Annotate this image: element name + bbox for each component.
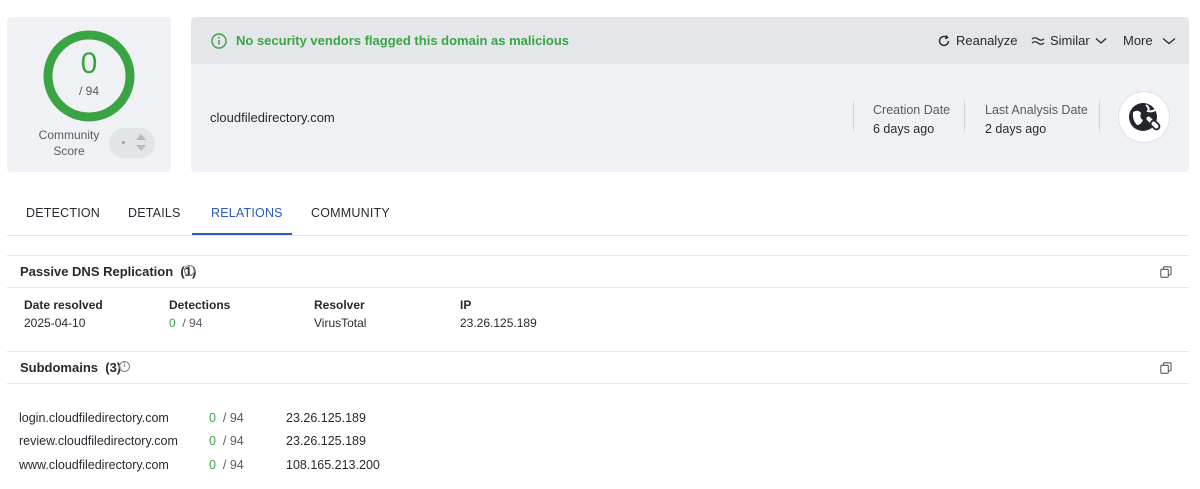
domain-type-badge bbox=[1118, 91, 1170, 143]
check-circle-icon bbox=[211, 33, 227, 49]
domain-name: cloudfiledirectory.com bbox=[210, 110, 335, 125]
info-icon[interactable] bbox=[184, 264, 195, 276]
last-analysis-date: Last Analysis Date 2 days ago bbox=[985, 101, 1088, 139]
tab-bar: DETECTION DETAILS RELATIONS COMMUNITY bbox=[7, 196, 1189, 236]
column-header-resolver: Resolver bbox=[314, 298, 365, 312]
similar-label: Similar bbox=[1050, 33, 1090, 48]
creation-date: Creation Date 6 days ago bbox=[873, 101, 950, 139]
last-analysis-label: Last Analysis Date bbox=[985, 103, 1088, 117]
column-header-date: Date resolved bbox=[24, 298, 103, 312]
more-dropdown[interactable]: More bbox=[1123, 33, 1176, 48]
detections-cell: 0 / 94 bbox=[209, 458, 244, 472]
verdict-message: No security vendors flagged this domain … bbox=[236, 33, 570, 48]
creation-date-value: 6 days ago bbox=[873, 122, 935, 136]
globe-link-icon bbox=[1129, 103, 1161, 131]
copy-icon[interactable] bbox=[1160, 362, 1172, 374]
column-header-ip: IP bbox=[460, 298, 472, 312]
similar-dropdown[interactable]: Similar bbox=[1031, 33, 1107, 48]
subdomains-header: Subdomains (3) bbox=[7, 351, 1189, 384]
resolver-cell: VirusTotal bbox=[314, 316, 367, 330]
last-analysis-value: 2 days ago bbox=[985, 122, 1047, 136]
community-vote-control[interactable] bbox=[109, 128, 155, 158]
detection-total: / 94 bbox=[78, 84, 99, 98]
similar-icon bbox=[1031, 36, 1045, 45]
meta-divider bbox=[853, 101, 854, 131]
subdomain-link[interactable]: login.cloudfiledirectory.com bbox=[19, 411, 169, 425]
column-header-detections: Detections bbox=[169, 298, 231, 312]
ip-link[interactable]: 23.26.125.189 bbox=[460, 316, 537, 330]
downvote-icon[interactable] bbox=[136, 145, 146, 151]
reanalyze-button[interactable]: Reanalyze bbox=[937, 33, 1017, 48]
verdict-banner: No security vendors flagged this domain … bbox=[191, 17, 1189, 64]
upvote-icon[interactable] bbox=[136, 134, 146, 140]
passive-dns-header: Passive DNS Replication (1) bbox=[7, 255, 1189, 288]
tab-detection[interactable]: DETECTION bbox=[26, 206, 100, 220]
community-score-label: Community Score bbox=[38, 128, 100, 158]
ip-link[interactable]: 23.26.125.189 bbox=[286, 411, 366, 425]
section-title: Subdomains (3) bbox=[20, 360, 122, 375]
refresh-icon bbox=[938, 34, 950, 46]
reanalyze-label: Reanalyze bbox=[956, 33, 1018, 48]
creation-date-label: Creation Date bbox=[873, 103, 951, 117]
tab-relations[interactable]: RELATIONS bbox=[211, 206, 283, 220]
active-tab-indicator bbox=[192, 233, 292, 235]
tab-details[interactable]: DETAILS bbox=[128, 206, 181, 220]
chevron-down-icon bbox=[1095, 37, 1107, 44]
ip-link[interactable]: 23.26.125.189 bbox=[286, 434, 366, 448]
tab-community[interactable]: COMMUNITY bbox=[311, 206, 390, 220]
subdomain-link[interactable]: www.cloudfiledirectory.com bbox=[19, 458, 169, 472]
meta-divider bbox=[964, 101, 965, 131]
score-card: 0 / 94 Community Score bbox=[7, 17, 171, 172]
detections-cell: 0 / 94 bbox=[209, 411, 244, 425]
date-resolved: 2025-04-10 bbox=[24, 316, 86, 330]
detections-cell: 0 / 94 bbox=[209, 434, 244, 448]
section-title: Passive DNS Replication (1) bbox=[20, 264, 197, 279]
info-icon[interactable] bbox=[119, 360, 130, 372]
chevron-down-icon bbox=[1162, 37, 1176, 44]
ip-link[interactable]: 108.165.213.200 bbox=[286, 458, 380, 472]
domain-info-card: No security vendors flagged this domain … bbox=[191, 17, 1189, 172]
meta-divider bbox=[1099, 101, 1100, 131]
detection-count: 0 bbox=[80, 47, 98, 80]
subdomain-link[interactable]: review.cloudfiledirectory.com bbox=[19, 434, 178, 448]
detections-cell: 0 / 94 bbox=[169, 316, 203, 330]
vote-dot-icon bbox=[122, 141, 125, 144]
copy-icon[interactable] bbox=[1160, 266, 1172, 278]
more-label: More bbox=[1123, 33, 1153, 48]
